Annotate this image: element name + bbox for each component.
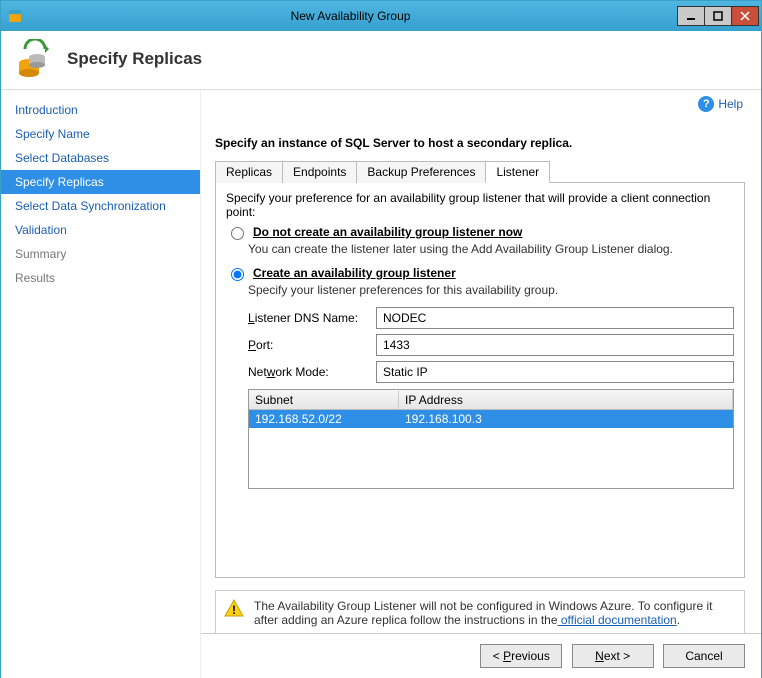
instruction-text: Specify an instance of SQL Server to hos… <box>215 136 745 150</box>
next-button[interactable]: Next > <box>572 644 654 668</box>
wizard-footer: < Previous Next > Cancel <box>201 633 761 678</box>
help-link[interactable]: ? Help <box>698 96 743 112</box>
grid-header-subnet: Subnet <box>249 391 399 409</box>
tab-backup-prefs[interactable]: Backup Preferences <box>356 161 486 183</box>
database-sync-icon <box>15 39 55 79</box>
svg-text:!: ! <box>232 603 236 617</box>
close-button[interactable] <box>731 6 759 26</box>
grid-header-ip: IP Address <box>399 391 733 409</box>
grid-cell-subnet: 192.168.52.0/22 <box>249 411 399 427</box>
body: Introduction Specify Name Select Databas… <box>1 90 761 678</box>
step-introduction[interactable]: Introduction <box>1 98 200 122</box>
row-port: Port: 1433 <box>226 334 734 356</box>
dns-label: Listener DNS Name: <box>226 311 376 325</box>
radio-create-listener-input[interactable] <box>231 268 244 281</box>
help-icon: ? <box>698 96 714 112</box>
listener-tab-pane: Specify your preference for an availabil… <box>215 183 745 578</box>
title-bar: New Availability Group <box>1 1 761 31</box>
warning-icon: ! <box>224 599 244 617</box>
maximize-button[interactable] <box>704 6 732 26</box>
grid-header: Subnet IP Address <box>249 390 733 410</box>
wizard-steps-sidebar: Introduction Specify Name Select Databas… <box>1 90 201 678</box>
port-label: Port: <box>226 338 376 352</box>
step-select-data-sync[interactable]: Select Data Synchronization <box>1 194 200 218</box>
grid-row-selected[interactable]: 192.168.52.0/22 192.168.100.3 <box>249 410 733 428</box>
radio-create-listener-label: Create an availability group listener <box>253 266 456 280</box>
step-select-databases[interactable]: Select Databases <box>1 146 200 170</box>
radio-create-listener-sub: Specify your listener preferences for th… <box>248 283 734 297</box>
radio-no-listener-label: Do not create an availability group list… <box>253 225 522 239</box>
window-buttons <box>678 6 759 26</box>
step-summary: Summary <box>1 242 200 266</box>
step-specify-replicas[interactable]: Specify Replicas <box>1 170 200 194</box>
tab-endpoints[interactable]: Endpoints <box>282 161 357 183</box>
step-results: Results <box>1 266 200 290</box>
listener-intro: Specify your preference for an availabil… <box>226 191 734 219</box>
app-icon <box>7 8 23 24</box>
step-specify-name[interactable]: Specify Name <box>1 122 200 146</box>
dns-input[interactable]: NODEC <box>376 307 734 329</box>
row-dns-name: Listener DNS Name: NODEC <box>226 307 734 329</box>
tab-replicas[interactable]: Replicas <box>215 161 283 183</box>
tab-listener[interactable]: Listener <box>485 161 550 183</box>
page-title: Specify Replicas <box>67 49 202 69</box>
mode-select[interactable]: Static IP ▾ <box>376 361 734 383</box>
mode-value: Static IP <box>383 365 428 379</box>
row-network-mode: Network Mode: Static IP ▾ <box>226 361 734 383</box>
tab-strip: Replicas Endpoints Backup Preferences Li… <box>215 160 745 183</box>
official-docs-link[interactable]: official documentation <box>558 613 677 627</box>
radio-create-listener[interactable]: Create an availability group listener <box>226 266 734 281</box>
window-title: New Availability Group <box>23 9 678 23</box>
page-header: Specify Replicas <box>1 31 761 90</box>
help-label: Help <box>718 97 743 111</box>
minimize-button[interactable] <box>677 6 705 26</box>
port-input[interactable]: 1433 <box>376 334 734 356</box>
main-panel: ? Help Specify an instance of SQL Server… <box>201 90 761 678</box>
step-validation[interactable]: Validation <box>1 218 200 242</box>
radio-no-listener-input[interactable] <box>231 227 244 240</box>
radio-no-listener-sub: You can create the listener later using … <box>248 242 734 256</box>
cancel-button[interactable]: Cancel <box>663 644 745 668</box>
radio-no-listener[interactable]: Do not create an availability group list… <box>226 225 734 240</box>
previous-button[interactable]: < Previous <box>480 644 562 668</box>
ip-grid[interactable]: Subnet IP Address 192.168.52.0/22 192.16… <box>248 389 734 489</box>
mode-label: Network Mode: <box>226 365 376 379</box>
grid-cell-ip: 192.168.100.3 <box>399 411 733 427</box>
